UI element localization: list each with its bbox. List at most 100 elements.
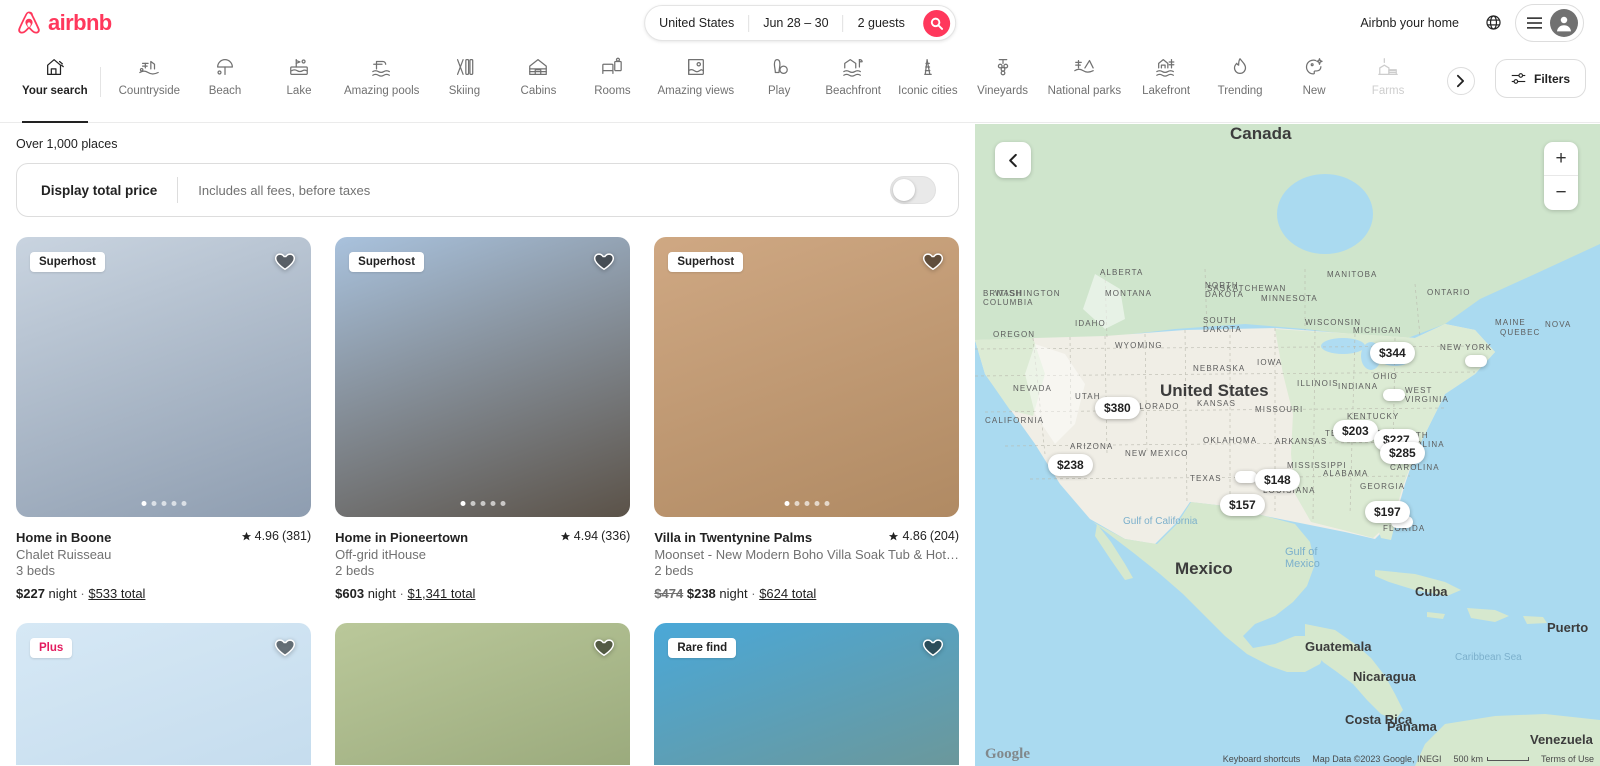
category-tab-rooms[interactable]: Rooms bbox=[575, 45, 649, 123]
price-separator: · bbox=[751, 585, 756, 601]
carousel-dot[interactable] bbox=[814, 501, 820, 506]
map-panel[interactable]: + − Canada United States Mexico Cuba Guatema… bbox=[975, 124, 1600, 766]
airbnb-your-home-link[interactable]: Airbnb your home bbox=[1348, 8, 1471, 38]
category-tab-beachfront[interactable]: Beachfront bbox=[816, 45, 890, 123]
display-total-price-toggle[interactable] bbox=[890, 176, 936, 204]
category-tab-amazing-pools[interactable]: Amazing pools bbox=[336, 45, 427, 123]
carousel-dot[interactable] bbox=[480, 501, 486, 506]
carousel-dot[interactable] bbox=[490, 501, 496, 506]
favorite-heart-button[interactable] bbox=[592, 636, 616, 663]
category-tab-trending[interactable]: Trending bbox=[1203, 45, 1277, 123]
carousel-dot[interactable] bbox=[500, 501, 506, 506]
search-dates[interactable]: Jun 28 – 30 bbox=[749, 5, 842, 41]
category-tab-your-search[interactable]: Your search bbox=[14, 45, 96, 123]
map-price-pin[interactable]: $197 bbox=[1365, 501, 1410, 523]
listing-subtitle: Off-grid itHouse bbox=[335, 546, 426, 562]
category-label: Beachfront bbox=[825, 85, 881, 97]
favorite-heart-button[interactable] bbox=[273, 250, 297, 277]
search-guests[interactable]: 2 guests bbox=[844, 5, 919, 41]
category-tab-beach[interactable]: Beach bbox=[188, 45, 262, 123]
map-price-pin[interactable]: $157 bbox=[1220, 494, 1265, 516]
category-tab-skiing[interactable]: Skiing bbox=[427, 45, 501, 123]
carousel-dot[interactable] bbox=[151, 501, 157, 506]
listing-card[interactable] bbox=[335, 622, 631, 765]
carousel-dot[interactable] bbox=[460, 501, 466, 506]
language-globe-button[interactable] bbox=[1477, 7, 1509, 39]
category-tab-cabins[interactable]: Cabins bbox=[501, 45, 575, 123]
listing-rating: 4.94 (336) bbox=[560, 529, 631, 543]
listing-price-total[interactable]: $533 total bbox=[88, 586, 145, 601]
map-price-pin[interactable]: $238 bbox=[1048, 454, 1093, 476]
listing-review-count: (381) bbox=[281, 529, 312, 543]
listing-card[interactable]: Superhost Villa in Twentynine Palms 4.86… bbox=[654, 237, 959, 601]
carousel-dot[interactable] bbox=[171, 501, 177, 506]
category-tab-farms[interactable]: Farms bbox=[1351, 45, 1425, 123]
listing-image[interactable]: Superhost bbox=[335, 237, 631, 517]
category-tab-new[interactable]: New bbox=[1277, 45, 1351, 123]
carousel-dot[interactable] bbox=[470, 501, 476, 506]
map-zoom-out-button[interactable]: − bbox=[1544, 176, 1578, 210]
filters-button[interactable]: Filters bbox=[1494, 59, 1586, 98]
category-tab-iconic-cities[interactable]: Iconic cities bbox=[890, 45, 965, 123]
map-scale: 500 km bbox=[1453, 754, 1529, 764]
carousel-dot[interactable] bbox=[161, 501, 167, 506]
price-separator: · bbox=[80, 585, 85, 601]
play-bowling-icon bbox=[768, 55, 790, 79]
favorite-heart-button[interactable] bbox=[921, 250, 945, 277]
search-button[interactable] bbox=[922, 9, 950, 37]
carousel-dot[interactable] bbox=[824, 501, 830, 506]
category-tab-vineyards[interactable]: Vineyards bbox=[966, 45, 1040, 123]
favorite-heart-button[interactable] bbox=[592, 250, 616, 277]
listing-image[interactable] bbox=[335, 622, 631, 765]
map-price-pin[interactable]: $203 bbox=[1333, 420, 1378, 442]
listing-rating-value: 4.86 bbox=[902, 529, 927, 543]
search-location[interactable]: United States bbox=[645, 5, 748, 41]
listing-price-night-suffix: night bbox=[367, 585, 396, 601]
category-label: Amazing pools bbox=[344, 85, 420, 97]
category-next-button[interactable] bbox=[1446, 67, 1475, 95]
listing-rating: 4.96 (381) bbox=[241, 529, 312, 543]
map-pin-blank[interactable] bbox=[1383, 389, 1405, 401]
carousel-dot[interactable] bbox=[141, 501, 147, 506]
category-tab-lake[interactable]: Lake bbox=[262, 45, 336, 123]
map-zoom-in-button[interactable]: + bbox=[1544, 142, 1578, 176]
map-price-pin[interactable]: $148 bbox=[1255, 469, 1300, 491]
search-bar[interactable]: United States Jun 28 – 30 2 guests bbox=[644, 5, 956, 41]
favorite-heart-button[interactable] bbox=[921, 636, 945, 663]
listing-image[interactable]: Plus bbox=[16, 622, 312, 765]
airbnb-logo[interactable]: airbnb bbox=[16, 9, 112, 37]
favorite-heart-button[interactable] bbox=[273, 636, 297, 663]
listing-price-total[interactable]: $624 total bbox=[759, 586, 816, 601]
map-back-button[interactable] bbox=[995, 142, 1031, 178]
category-label: Cabins bbox=[520, 85, 557, 97]
category-tab-play[interactable]: Play bbox=[742, 45, 816, 123]
terms-of-use-link[interactable]: Terms of Use bbox=[1541, 754, 1594, 764]
map-price-pin[interactable]: $344 bbox=[1370, 342, 1415, 364]
listing-image[interactable]: Superhost bbox=[654, 237, 959, 517]
map-pin-blank[interactable] bbox=[1235, 471, 1257, 483]
user-menu-button[interactable] bbox=[1515, 3, 1584, 42]
listing-image[interactable]: Rare find bbox=[654, 622, 959, 765]
category-tab-amazing-views[interactable]: Amazing views bbox=[649, 45, 742, 123]
listing-image[interactable]: Superhost bbox=[16, 237, 312, 517]
carousel-dot[interactable] bbox=[804, 501, 810, 506]
carousel-dot[interactable] bbox=[784, 501, 790, 506]
category-tab-countryside[interactable]: Countryside bbox=[111, 45, 188, 123]
carousel-dot[interactable] bbox=[181, 501, 187, 506]
map-price-pin[interactable]: $285 bbox=[1380, 442, 1425, 464]
listing-card[interactable]: Rare find bbox=[654, 622, 959, 765]
bed-room-icon bbox=[601, 55, 623, 79]
listing-card[interactable]: Superhost Home in Boone 4.96 (381) Chale… bbox=[16, 237, 312, 601]
category-tab-lakefront[interactable]: Lakefront bbox=[1129, 45, 1203, 123]
listing-card[interactable]: Superhost Home in Pioneertown 4.94 (336)… bbox=[335, 237, 631, 601]
listing-rating-value: 4.96 bbox=[254, 529, 279, 543]
listing-price-total[interactable]: $1,341 total bbox=[408, 586, 476, 601]
listing-card[interactable]: Plus bbox=[16, 622, 312, 765]
map-pin-blank[interactable] bbox=[1465, 355, 1487, 367]
listing-review-count: (336) bbox=[601, 529, 631, 543]
listing-price: $227 night · $533 total bbox=[16, 586, 311, 601]
carousel-dot[interactable] bbox=[794, 501, 800, 506]
map-price-pin[interactable]: $380 bbox=[1095, 397, 1140, 419]
category-tab-national-parks[interactable]: National parks bbox=[1040, 45, 1130, 123]
keyboard-shortcuts-link[interactable]: Keyboard shortcuts bbox=[1223, 754, 1301, 764]
